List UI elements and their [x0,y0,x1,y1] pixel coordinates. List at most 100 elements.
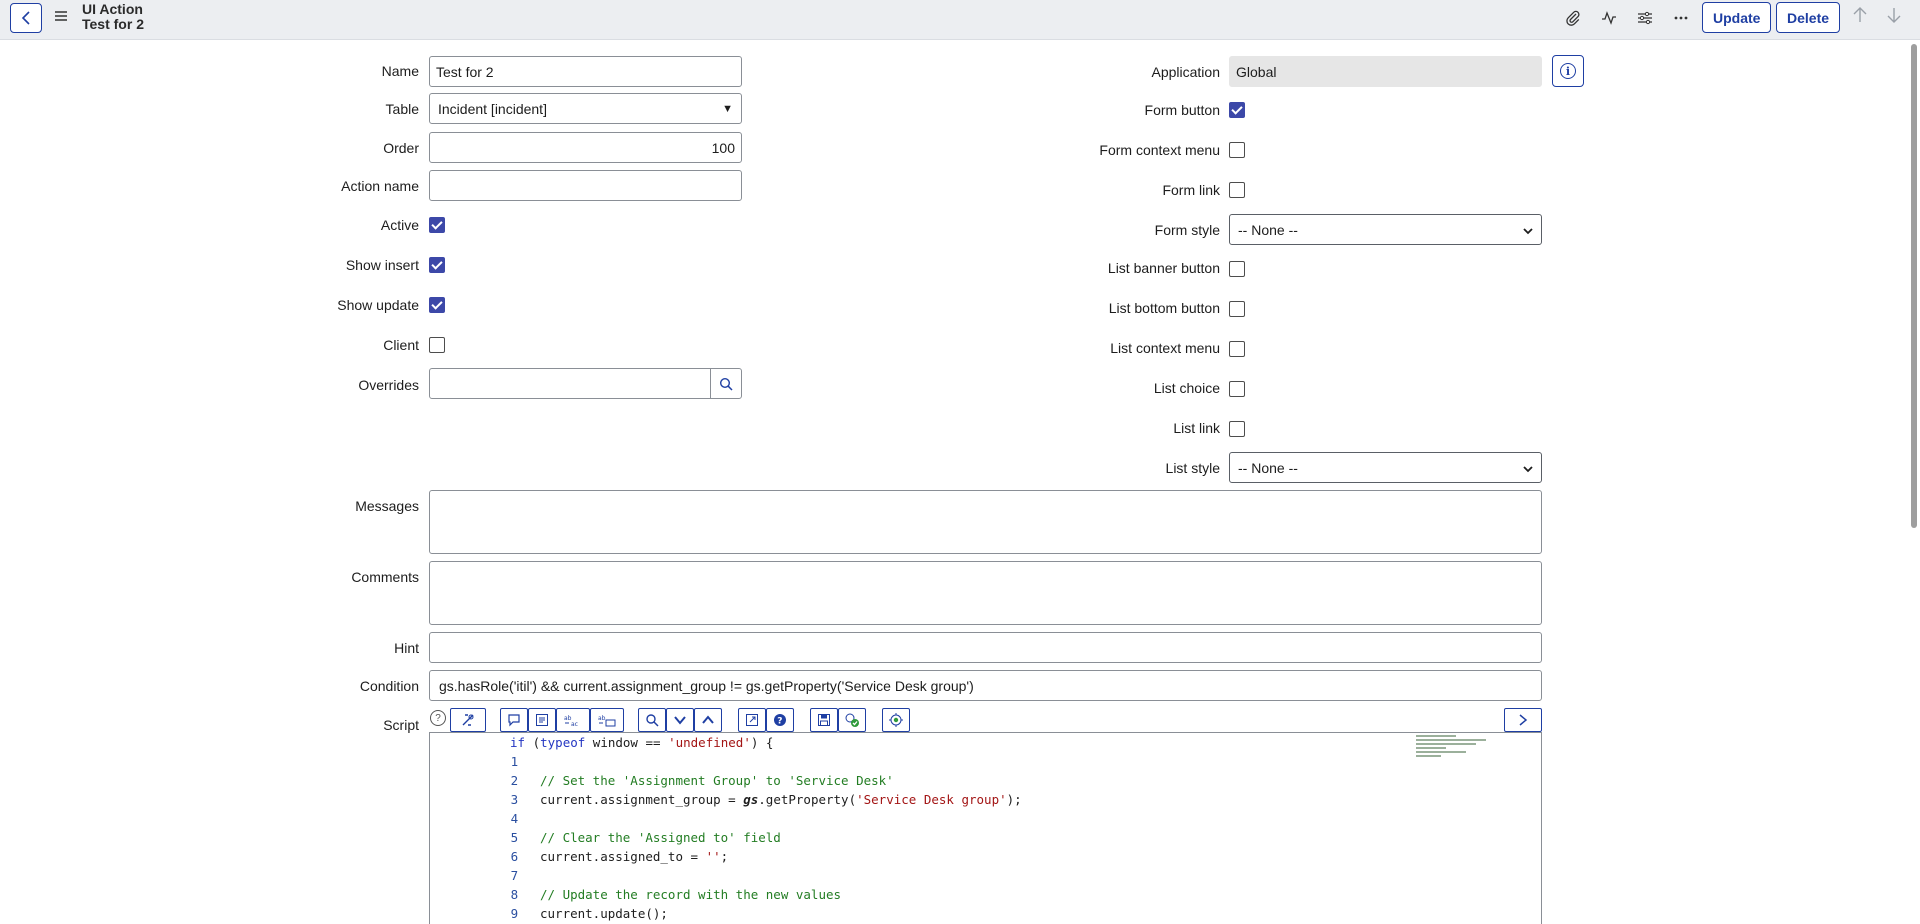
svg-text:ab: ab [598,715,606,722]
chevron-right-icon [1519,714,1528,726]
list-link-checkbox[interactable] [1229,421,1245,437]
toggle-syntax-button[interactable] [450,708,486,732]
chevron-down-icon [674,716,686,725]
hint-label: Hint [394,640,419,656]
messages-textarea[interactable] [429,490,1542,554]
active-checkbox[interactable] [429,217,445,233]
chevron-left-icon [21,11,30,25]
list-style-select[interactable]: -- None -- [1229,452,1542,483]
save-icon [818,714,830,726]
svg-text:ac: ac [571,721,578,727]
help-script-button[interactable]: ? [766,708,794,732]
ellipsis-icon[interactable] [1670,7,1692,29]
code-line: 3// Set the 'Assignment Group' to 'Servi… [430,771,1530,807]
list-choice-checkbox[interactable] [1229,381,1245,397]
active-label: Active [380,217,419,233]
form-context-menu-checkbox[interactable] [1229,142,1245,158]
list-bottom-button-checkbox[interactable] [1229,301,1245,317]
info-icon: i [1560,63,1576,79]
expand-script-panel-button[interactable] [1504,708,1542,732]
order-label: Order [383,140,419,156]
fullscreen-button[interactable] [738,708,766,732]
arrow-up-icon[interactable] [1852,6,1868,29]
delete-button[interactable]: Delete [1776,2,1841,33]
replace-all-button[interactable]: ab [590,708,624,732]
bug-icon [889,713,903,727]
find-previous-button[interactable] [694,708,722,732]
client-checkbox[interactable] [429,337,445,353]
replace-all-icon: ab [598,715,616,727]
show-insert-checkbox[interactable] [429,257,445,273]
page-scrollbar[interactable] [1908,40,1920,924]
chevron-down-icon [1523,460,1533,476]
replace-button[interactable]: ab ac [556,708,590,732]
form-button-label: Form button [1144,102,1220,118]
arrow-down-icon[interactable] [1886,6,1902,29]
form-style-label: Form style [1154,222,1220,238]
table-select[interactable]: Incident [incident] ▼ [429,93,742,124]
application-field: Global [1229,56,1542,87]
table-label: Table [385,101,419,117]
code-line: 4 current.assignment_group = gs.getProper… [430,790,1530,826]
code-line: 7 current.assigned_to = ''; [430,847,1530,883]
question-icon: ? [774,714,786,727]
application-label: Application [1151,64,1221,80]
condition-field[interactable]: gs.hasRole('itil') && current.assignment… [429,670,1542,701]
debug-button[interactable] [882,708,910,732]
script-label: Script [383,717,419,733]
update-button[interactable]: Update [1702,2,1772,33]
format-icon [536,714,548,726]
list-context-menu-label: List context menu [1110,340,1220,356]
check-syntax-icon [845,713,859,727]
overrides-field[interactable] [429,368,711,399]
list-banner-button-checkbox[interactable] [1229,261,1245,277]
show-update-label: Show update [337,297,419,313]
script-editor[interactable]: 1 if (typeof window == 'undefined') { 2 3… [429,732,1542,924]
comments-textarea[interactable] [429,561,1542,625]
comments-label: Comments [351,569,419,585]
list-bottom-button-label: List bottom button [1108,300,1220,316]
scrollbar-thumb[interactable] [1911,44,1917,528]
comment-icon [508,714,520,727]
form-header: UI Action Test for 2 Update Delete [0,0,1920,40]
form-button-checkbox[interactable] [1229,102,1245,118]
code-line: 5 [430,809,1530,845]
code-line: 6// Clear the 'Assigned to' field [430,828,1530,864]
form-link-checkbox[interactable] [1229,182,1245,198]
activity-icon[interactable] [1598,7,1620,29]
search-button[interactable] [638,708,666,732]
format-code-button[interactable] [528,708,556,732]
overrides-lookup-button[interactable] [710,368,742,399]
check-syntax-button[interactable] [838,708,866,732]
action-name-field[interactable] [429,170,742,201]
show-update-checkbox[interactable] [429,297,445,313]
chevron-up-icon [702,715,714,724]
order-field[interactable]: 100 [429,132,742,163]
sliders-icon[interactable] [1634,7,1656,29]
chevron-down-icon [1523,222,1533,238]
paperclip-icon[interactable] [1562,7,1584,29]
client-label: Client [383,337,419,353]
help-icon[interactable]: ? [430,710,446,726]
form-style-select[interactable]: -- None -- [1229,214,1542,245]
back-button[interactable] [10,3,42,33]
save-script-button[interactable] [810,708,838,732]
list-style-label: List style [1165,460,1220,476]
code-line: 9// Update the record with the new value… [430,885,1530,921]
caret-down-icon: ▼ [722,102,733,115]
form-link-label: Form link [1162,182,1220,198]
name-field[interactable]: Test for 2 [429,56,742,87]
svg-text:?: ? [777,717,782,727]
code-line: 2 [430,752,1530,788]
search-icon [719,377,733,391]
find-next-button[interactable] [666,708,694,732]
list-context-menu-checkbox[interactable] [1229,341,1245,357]
hint-field[interactable] [429,632,1542,663]
record-type-title: UI Action [82,1,143,17]
list-banner-button-label: List banner button [1107,260,1220,276]
overrides-label: Overrides [358,377,419,393]
application-info-button[interactable]: i [1552,55,1584,87]
action-name-label: Action name [341,178,419,194]
hamburger-icon[interactable] [54,9,68,23]
comment-button[interactable] [500,708,528,732]
